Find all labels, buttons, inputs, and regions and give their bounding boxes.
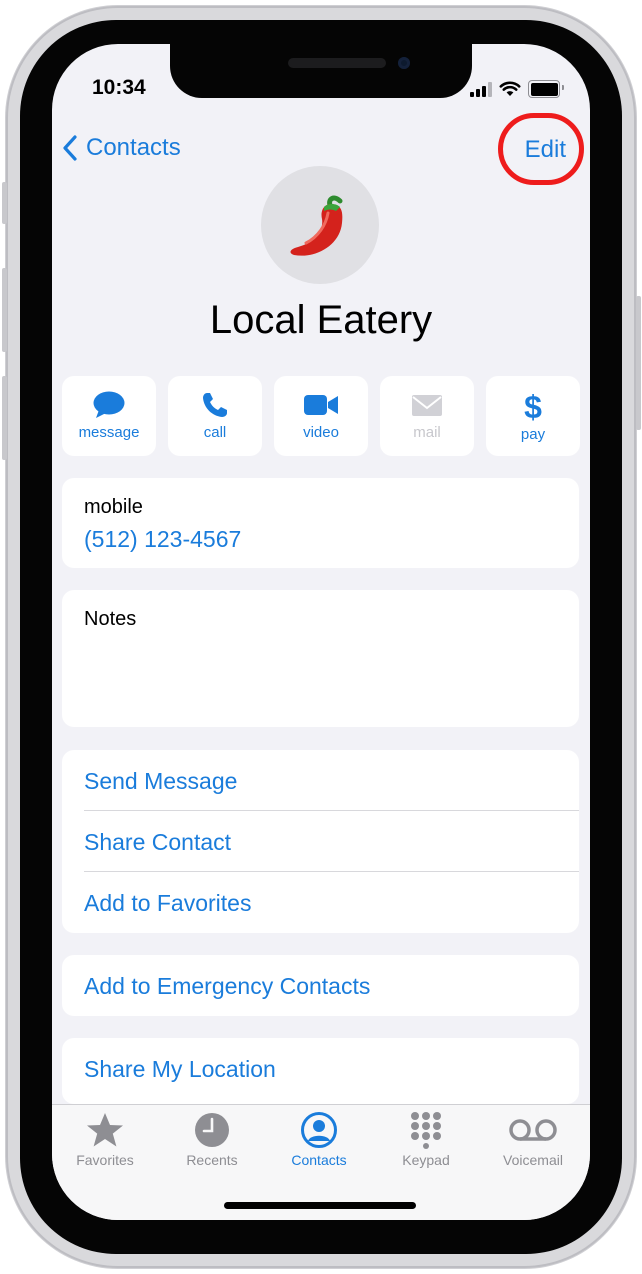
back-button[interactable]: Contacts — [62, 134, 181, 162]
voicemail-icon — [509, 1119, 557, 1141]
clock-icon — [195, 1113, 229, 1147]
message-action-button[interactable]: message — [62, 376, 156, 456]
cellular-signal-icon — [470, 81, 492, 97]
tab-favorites-label: Favorites — [76, 1152, 134, 1168]
chevron-left-icon — [63, 135, 77, 161]
call-action-label: call — [203, 424, 227, 441]
contact-actions-list: Send Message Share Contact Add to Favori… — [62, 750, 579, 933]
share-contact-row[interactable]: Share Contact — [84, 829, 231, 856]
tab-contacts[interactable]: Contacts — [266, 1111, 372, 1175]
tab-recents-label: Recents — [186, 1152, 238, 1168]
message-action-label: message — [78, 424, 140, 441]
tab-keypad[interactable]: Keypad — [373, 1111, 479, 1175]
silent-switch — [2, 182, 7, 224]
video-action-button[interactable]: video — [274, 376, 368, 456]
tab-keypad-label: Keypad — [402, 1152, 450, 1168]
row-divider — [84, 871, 579, 872]
chili-pepper-icon — [290, 195, 343, 256]
power-button — [636, 296, 641, 430]
share-my-location-row[interactable]: Share My Location — [84, 1056, 276, 1083]
quick-actions: message call video mail $ pay — [62, 376, 580, 456]
tab-voicemail-label: Voicemail — [503, 1152, 563, 1168]
svg-text:$: $ — [524, 390, 542, 422]
tab-voicemail[interactable]: Voicemail — [480, 1111, 586, 1175]
add-to-favorites-row[interactable]: Add to Favorites — [84, 890, 251, 917]
contact-name: Local Eatery — [209, 298, 433, 342]
call-action-button[interactable]: call — [168, 376, 262, 456]
notch — [170, 44, 472, 98]
volume-up-button — [2, 268, 7, 352]
add-to-emergency-contacts-row[interactable]: Add to Emergency Contacts — [84, 973, 370, 1000]
location-card: Share My Location — [62, 1038, 579, 1104]
screen: 10:34 Contacts Edit Local Eatery message… — [52, 44, 590, 1220]
tab-recents[interactable]: Recents — [159, 1111, 265, 1175]
notes-label: Notes — [84, 608, 137, 630]
video-action-label: video — [303, 424, 339, 441]
mail-action-button[interactable]: mail — [380, 376, 474, 456]
pay-action-button[interactable]: $ pay — [486, 376, 580, 456]
person-circle-icon — [301, 1112, 337, 1148]
message-bubble-icon — [93, 391, 125, 418]
status-time: 10:34 — [92, 76, 146, 99]
avatar — [261, 166, 379, 284]
row-divider — [84, 810, 579, 811]
status-icons — [470, 80, 564, 98]
battery-icon — [528, 80, 564, 98]
keypad-icon — [411, 1112, 441, 1149]
back-button-label: Contacts — [86, 134, 181, 161]
emergency-card: Add to Emergency Contacts — [62, 955, 579, 1016]
edit-button[interactable]: Edit — [525, 136, 566, 164]
notes-card[interactable]: Notes — [62, 590, 579, 727]
video-camera-icon — [304, 395, 338, 415]
tab-favorites[interactable]: Favorites — [52, 1111, 158, 1175]
send-message-row[interactable]: Send Message — [84, 768, 237, 795]
earpiece-speaker — [288, 58, 386, 68]
tab-contacts-label: Contacts — [291, 1152, 347, 1168]
star-icon — [87, 1113, 123, 1147]
phone-label: mobile — [84, 496, 143, 518]
phone-card: mobile (512) 123-4567 — [62, 478, 579, 568]
phone-number-link[interactable]: (512) 123-4567 — [84, 526, 241, 553]
pay-action-label: pay — [520, 426, 546, 443]
mail-envelope-icon — [412, 395, 442, 416]
front-camera — [398, 57, 410, 69]
dollar-icon: $ — [524, 390, 542, 422]
wifi-icon — [499, 81, 521, 96]
mail-action-label: mail — [413, 424, 441, 441]
phone-icon — [203, 393, 227, 417]
home-indicator — [224, 1202, 416, 1209]
volume-down-button — [2, 376, 7, 460]
